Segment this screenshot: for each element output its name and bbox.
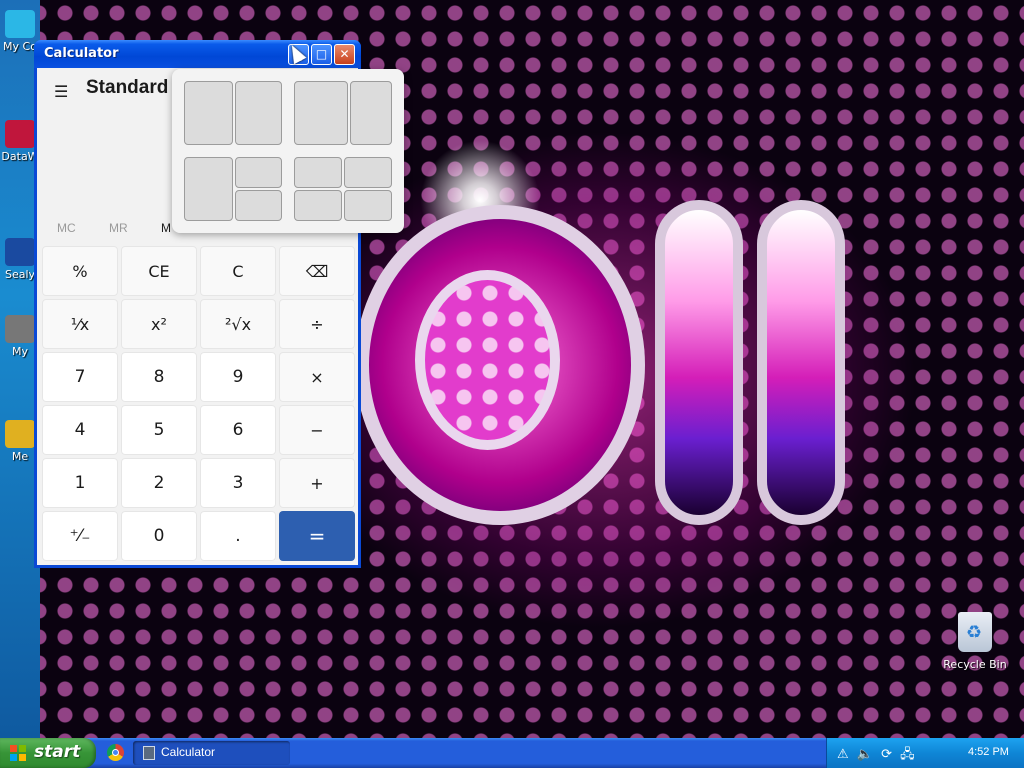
shortcut-icon: [5, 315, 35, 343]
snap-layout-quad-top-left[interactable]: [294, 157, 342, 188]
clock[interactable]: 4:52 PM: [968, 746, 1009, 758]
memory-recall-button[interactable]: MR: [109, 221, 128, 235]
digit-7-key[interactable]: 7: [42, 352, 118, 402]
snap-layout-quad-bottom-right[interactable]: [344, 190, 392, 221]
shortcut-icon: [5, 420, 35, 448]
mode-title: Standard: [86, 77, 169, 98]
snap-layout-left-column[interactable]: [184, 157, 233, 221]
start-label: start: [34, 742, 81, 762]
snap-layout-narrow-right[interactable]: [350, 81, 392, 145]
taskbar: start Calculator ⚠ 🔈 ⟳ 🖧 4:52 PM: [0, 738, 1024, 768]
computer-icon: [5, 10, 35, 38]
digit-8-key[interactable]: 8: [121, 352, 197, 402]
chrome-quicklaunch-icon[interactable]: [107, 744, 124, 761]
digit-3-key[interactable]: 3: [200, 458, 276, 508]
desktop-icon-recycle-bin[interactable]: ♻ Recycle Bin: [940, 612, 1010, 671]
divide-key[interactable]: ÷: [279, 299, 355, 349]
digit-2-key[interactable]: 2: [121, 458, 197, 508]
recycle-bin-icon: ♻: [958, 612, 992, 652]
hamburger-icon[interactable]: ☰: [54, 82, 68, 101]
multiply-key[interactable]: ×: [279, 352, 355, 402]
clear-entry-key[interactable]: CE: [121, 246, 197, 296]
memory-button[interactable]: M: [161, 221, 171, 235]
memory-clear-button[interactable]: MC: [57, 221, 76, 235]
digit-0-key[interactable]: 0: [121, 511, 197, 561]
digit-4-key[interactable]: 4: [42, 405, 118, 455]
square-root-key[interactable]: ²√x: [200, 299, 276, 349]
clear-key[interactable]: C: [200, 246, 276, 296]
calculator-titlebar[interactable]: Calculator _ □ ✕: [34, 40, 361, 68]
reciprocal-key[interactable]: ¹⁄x: [42, 299, 118, 349]
decimal-key[interactable]: .: [200, 511, 276, 561]
digit-9-key[interactable]: 9: [200, 352, 276, 402]
add-key[interactable]: +: [279, 458, 355, 508]
shortcut-icon: [5, 238, 35, 266]
close-button[interactable]: ✕: [334, 44, 355, 65]
snap-layout-flyout: [172, 69, 404, 233]
taskbar-item-calculator[interactable]: Calculator: [133, 741, 290, 765]
maximize-button[interactable]: □: [311, 44, 332, 65]
desktop-icon-label: DataW: [1, 150, 39, 163]
equals-key[interactable]: =: [279, 511, 355, 561]
digit-1-key[interactable]: 1: [42, 458, 118, 508]
snap-layout-quad-bottom-left[interactable]: [294, 190, 342, 221]
square-key[interactable]: x²: [121, 299, 197, 349]
digit-6-key[interactable]: 6: [200, 405, 276, 455]
desktop-icon-label: Sealy: [4, 268, 36, 281]
windows-flag-icon: [10, 745, 26, 761]
subtract-key[interactable]: −: [279, 405, 355, 455]
tray-icons[interactable]: ⚠ 🔈 ⟳ 🖧: [837, 745, 917, 767]
snap-layout-half-left[interactable]: [184, 81, 233, 145]
window-title: Calculator: [44, 46, 119, 61]
desktop-icon-label: My Co: [3, 40, 37, 53]
wallpaper-letter-o-inner: [415, 270, 560, 450]
keypad: % CE C ⌫ ¹⁄x x² ²√x ÷ 7 8 9 × 4 5 6− 1 2 3 + ⁺⁄₋ 0. =: [42, 246, 355, 561]
start-button[interactable]: start: [0, 738, 96, 768]
desktop-icon-label: My: [11, 345, 28, 358]
snap-layout-wide-left[interactable]: [294, 81, 348, 145]
wallpaper-bar-left: [655, 200, 743, 525]
desktop-icon-label: Me: [11, 450, 29, 463]
wallpaper-bar-right: [757, 200, 845, 525]
recycle-bin-label: Recycle Bin: [943, 658, 1007, 671]
snap-layout-quad-top-right[interactable]: [344, 157, 392, 188]
snap-layout-bottom-right[interactable]: [235, 190, 282, 221]
backspace-key[interactable]: ⌫: [279, 246, 355, 296]
negate-key[interactable]: ⁺⁄₋: [42, 511, 118, 561]
percent-key[interactable]: %: [42, 246, 118, 296]
system-tray: ⚠ 🔈 ⟳ 🖧 4:52 PM: [826, 738, 1024, 768]
digit-5-key[interactable]: 5: [121, 405, 197, 455]
snap-layout-half-right[interactable]: [235, 81, 282, 145]
snap-layout-top-right[interactable]: [235, 157, 282, 188]
shortcut-icon: [5, 120, 35, 148]
calculator-icon: [143, 746, 155, 760]
taskbar-item-label: Calculator: [161, 745, 216, 759]
